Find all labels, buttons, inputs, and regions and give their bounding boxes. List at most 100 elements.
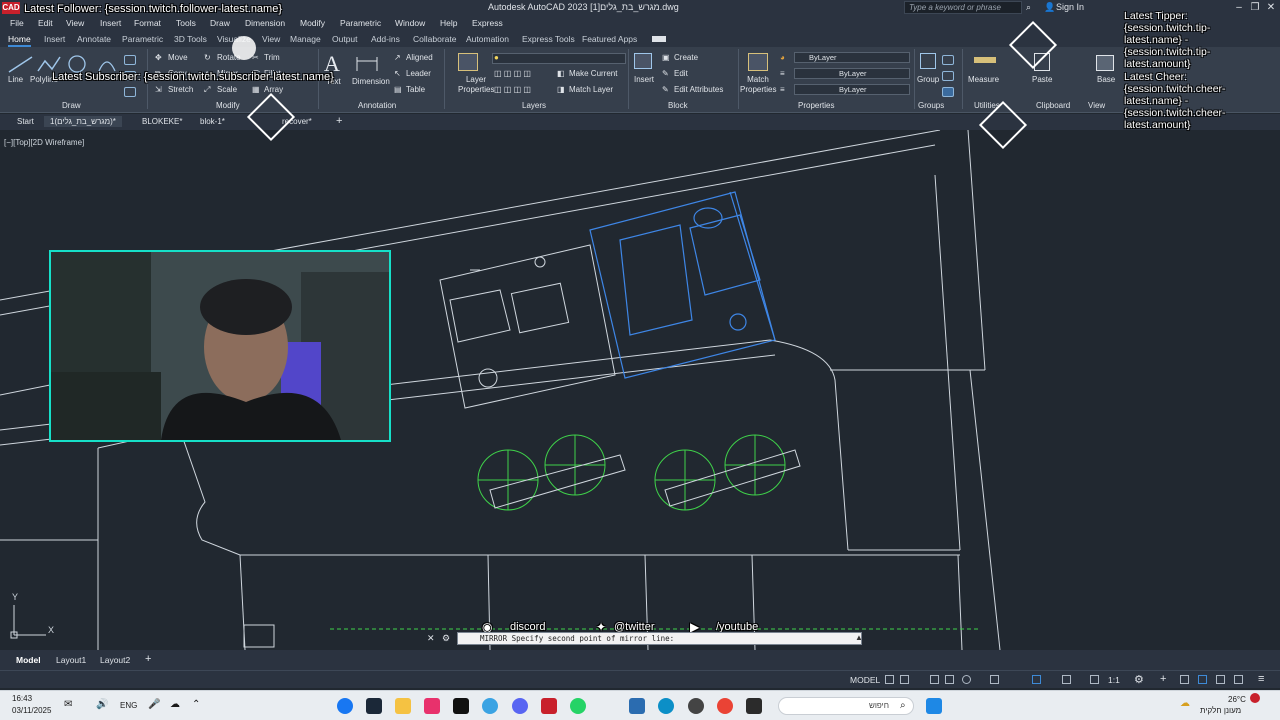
tab-parametric[interactable]: Parametric [122,34,163,44]
new-tab-button[interactable]: + [336,115,342,127]
aligned-dropdown[interactable]: Aligned [406,53,433,62]
draw-panel-title[interactable]: Draw [62,101,81,110]
start-windows-icon[interactable] [926,698,942,714]
base-button[interactable]: Base [1097,75,1115,84]
tray-chevron-icon[interactable]: ⌃ [192,699,200,710]
taskbar-date[interactable]: 03/11/2025 [12,706,51,715]
group-icon[interactable] [920,53,936,69]
fullscreen-icon[interactable] [1234,675,1243,684]
linetype-icon[interactable]: ≡ [780,85,785,94]
group-button[interactable]: Group [917,75,939,84]
units-icon[interactable] [1090,675,1099,684]
chrome-icon[interactable] [717,698,733,714]
edit-attributes-button[interactable]: Edit Attributes [674,85,723,94]
insert-block-icon[interactable] [634,53,652,69]
move-button[interactable]: Move [168,53,188,62]
match-layer-button[interactable]: Match Layer [569,85,613,94]
tab-3d-tools[interactable]: 3D Tools [174,34,207,44]
restore-icon[interactable]: ❐ [1248,1,1262,15]
tab-featured-apps[interactable]: Featured Apps [582,34,637,44]
facebook-icon[interactable] [337,698,353,714]
terminal-icon[interactable] [746,698,762,714]
isolate-objects-icon[interactable] [1180,675,1189,684]
stretch-icon[interactable]: ⇲ [155,85,162,94]
table-button[interactable]: Table [406,85,425,94]
volume-icon[interactable]: 🔊 [96,699,108,710]
measure-icon[interactable] [974,57,996,63]
menu-parametric[interactable]: Parametric [340,18,381,28]
search-input[interactable]: Type a keyword or phrase [904,1,1022,14]
search-icon[interactable]: ⌕ [900,700,906,711]
viewport-controls[interactable]: [−][Top][2D Wireframe] [4,138,84,147]
layer-state-icons[interactable]: ◫ ◫ ◫ ◫ [494,69,531,78]
app-icon-blue[interactable] [482,698,498,714]
command-close-icon[interactable]: ✕ [427,633,435,644]
close-icon[interactable]: ✕ [1264,1,1278,15]
tab-manage[interactable]: Manage [290,34,321,44]
snap-icon[interactable] [900,675,909,684]
ribbon-toggle-icon[interactable] [652,36,666,42]
make-current-button[interactable]: Make Current [569,69,617,78]
menu-window[interactable]: Window [395,18,425,28]
groups-panel-title[interactable]: Groups [918,101,944,110]
block-panel-title[interactable]: Block [668,101,688,110]
ungroup-icon[interactable] [942,55,954,65]
tab-annotate[interactable]: Annotate [77,34,111,44]
hardware-acceleration-icon[interactable] [1198,675,1207,684]
steam-icon[interactable] [366,698,382,714]
menu-draw[interactable]: Draw [210,18,230,28]
weather-description[interactable]: מעונן חלקית [1200,706,1241,715]
menu-edit[interactable]: Edit [38,18,53,28]
aligned-icon[interactable]: ↗ [394,53,401,62]
polar-icon[interactable] [945,675,954,684]
array-icon[interactable]: ▦ [252,85,260,94]
annotation-monitor-icon[interactable] [1062,675,1071,684]
command-history-icon[interactable]: ▲ [855,633,863,642]
file-explorer-icon[interactable] [395,698,411,714]
customization-menu-icon[interactable]: ≡ [1258,673,1264,685]
tab-output[interactable]: Output [332,34,358,44]
discord-taskbar-icon[interactable] [512,698,528,714]
search-icon[interactable]: ⌕ [1026,2,1031,13]
weather-icon[interactable]: ☁ [1180,698,1190,709]
gradient-tool-icon[interactable] [124,87,136,97]
new-layout-button[interactable]: + [145,653,151,665]
tab-layout2[interactable]: Layout2 [100,655,130,665]
properties-panel-title[interactable]: Properties [798,101,834,110]
minimize-icon[interactable]: – [1232,1,1246,15]
dimension-button[interactable]: Dimension [352,77,390,86]
tab-view[interactable]: View [262,34,280,44]
leader-button[interactable]: Leader [406,69,431,78]
measure-button[interactable]: Measure [968,75,999,84]
menu-view[interactable]: View [66,18,84,28]
isodraft-icon[interactable] [962,675,971,684]
file-tab-blok-1[interactable]: blok-1* [200,117,225,126]
create-block-icon[interactable]: ▣ [662,53,670,62]
group-edit-icon[interactable] [942,71,954,81]
color-dropdown[interactable]: ByLayer [794,52,910,63]
tab-collaborate[interactable]: Collaborate [413,34,456,44]
ortho-icon[interactable] [930,675,939,684]
edge-icon[interactable] [658,698,674,714]
calculator-icon[interactable] [629,698,645,714]
obs-icon[interactable] [688,698,704,714]
layer-dropdown[interactable] [492,53,626,64]
weather-temperature[interactable]: 26°C [1228,695,1246,704]
notification-badge[interactable] [1250,693,1260,703]
tab-automation[interactable]: Automation [466,34,509,44]
taskbar-time[interactable]: 16:43 [12,694,32,703]
command-settings-icon[interactable]: ⚙ [442,633,450,644]
whatsapp-icon[interactable] [570,698,586,714]
table-icon[interactable]: ▤ [394,85,402,94]
edit-block-button[interactable]: Edit [674,69,688,78]
base-view-icon[interactable] [1096,55,1114,71]
microphone-icon[interactable]: 🎤 [148,699,160,710]
user-icon[interactable]: 👤 [1044,2,1055,13]
edit-block-icon[interactable]: ✎ [662,69,669,78]
paste-button[interactable]: Paste [1032,75,1052,84]
line-tool-icon[interactable] [6,53,36,75]
annotation-scale[interactable]: 1:1 [1108,675,1120,685]
command-line-input[interactable]: MIRROR Specify second point of mirror li… [457,632,862,645]
layer-properties-button[interactable]: Layer Properties [458,75,494,95]
lineweight-icon[interactable]: ≡ [780,69,785,78]
